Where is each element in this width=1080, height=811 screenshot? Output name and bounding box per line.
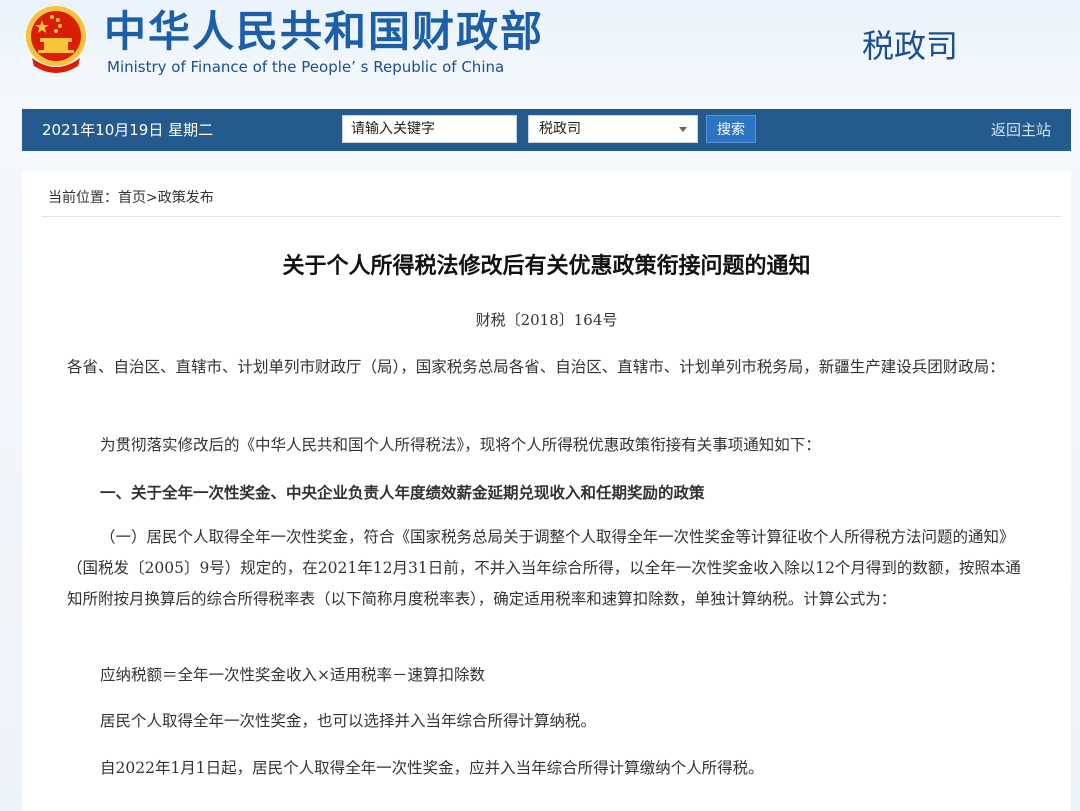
article-paragraph: 居民个人取得全年一次性奖金，也可以选择并入当年综合所得计算纳税。 [100,712,597,730]
article-paragraph: 为贯彻落实修改后的《中华人民共和国个人所得税法》，现将个人所得税优惠政策衔接有关… [100,436,821,454]
article-paragraph: 各省、自治区、直辖市、计划单列市财政厅（局），国家税务总局各省、自治区、直辖市、… [67,358,1005,376]
site-title[interactable]: 中华人民共和国财政部 [104,6,544,58]
section-heading: 一、关于全年一次性奖金、中央企业负责人年度绩效薪金延期兑现收入和任期奖励的政策 [100,483,705,502]
back-to-main-site-link[interactable]: 返回主站 [991,120,1051,140]
article-panel: 当前位置：首页>政策发布 关于个人所得税法修改后有关优惠政策衔接问题的通知 财税… [22,171,1071,811]
top-navbar: 2021年10月19日 星期二 请输入关键字 税政司 搜索 返回主站 [22,109,1071,151]
document-number: 财税〔2018〕164号 [475,311,618,329]
formula-paragraph: 应纳税额＝全年一次性奖金收入×适用税率－速算扣除数 [100,666,485,684]
search-input[interactable]: 请输入关键字 [342,115,517,143]
search-scope-select[interactable]: 税政司 [528,115,698,143]
department-title: 税政司 [862,27,959,65]
article-paragraph: （一）居民个人取得全年一次性奖金，符合《国家税务总局关于调整个人取得全年一次性奖… [67,528,1021,608]
divider [42,216,1061,217]
breadcrumb[interactable]: 当前位置：首页>政策发布 [48,188,214,208]
search-button[interactable]: 搜索 [706,115,756,143]
current-date: 2021年10月19日 星期二 [42,121,214,139]
article-title: 关于个人所得税法修改后有关优惠政策衔接问题的通知 [282,254,811,279]
chevron-down-icon [679,127,687,132]
national-emblem-icon[interactable] [22,4,90,76]
search-scope-value: 税政司 [539,121,581,137]
article-paragraph: 自2022年1月1日起，居民个人取得全年一次性奖金，应并入当年综合所得计算缴纳个… [100,759,764,777]
site-header: 中华人民共和国财政部 Ministry of Finance of the Pe… [0,0,1080,100]
site-title-en: Ministry of Finance of the People’ s Rep… [107,58,505,76]
